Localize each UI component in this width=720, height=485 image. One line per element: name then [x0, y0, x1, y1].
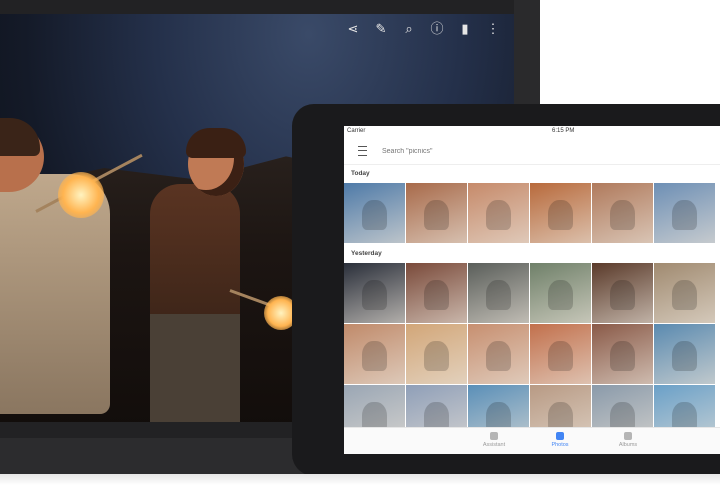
photo-thumbnail[interactable] — [654, 183, 715, 243]
photo-thumbnail[interactable] — [592, 263, 653, 323]
child-hair — [186, 128, 246, 158]
app-bar — [344, 138, 720, 165]
share-icon[interactable]: ⋖ — [346, 22, 360, 36]
nav-label: Albums — [618, 442, 638, 448]
photo-thumbnail[interactable] — [468, 183, 529, 243]
nav-albums[interactable]: Albums — [598, 432, 658, 448]
photo-thumbnail[interactable] — [592, 183, 653, 243]
status-bar: Carrier 6:15 PM — [344, 126, 720, 136]
carrier-label: Carrier — [347, 128, 366, 134]
photo-grid-today — [344, 183, 715, 243]
child-jacket — [150, 184, 240, 334]
photo-toolbar: ⋖ ✎ ⌕ ⓘ ▮ ⋮ — [346, 22, 514, 44]
background-tablet-bezel — [514, 0, 540, 104]
person-left-hair — [0, 118, 40, 156]
photo-thumbnail[interactable] — [344, 324, 405, 384]
menu-icon[interactable] — [358, 146, 367, 156]
assistant-icon — [490, 432, 498, 440]
nav-label: Assistant — [482, 442, 506, 448]
section-label-yesterday: Yesterday — [351, 250, 382, 257]
photo-thumbnail[interactable] — [344, 183, 405, 243]
photo-thumbnail[interactable] — [344, 263, 405, 323]
edit-icon[interactable]: ✎ — [374, 22, 388, 36]
photo-thumbnail[interactable] — [530, 263, 591, 323]
section-label-today: Today — [351, 170, 370, 177]
photo-thumbnail[interactable] — [654, 324, 715, 384]
nav-photos[interactable]: Photos — [530, 432, 590, 448]
photo-thumbnail[interactable] — [592, 324, 653, 384]
photo-thumbnail[interactable] — [654, 263, 715, 323]
clock: 6:15 PM — [552, 128, 575, 134]
nav-assistant[interactable]: Assistant — [464, 432, 524, 448]
photo-thumbnail[interactable] — [406, 324, 467, 384]
zoom-icon[interactable]: ⌕ — [402, 22, 416, 36]
photo-grid-yesterday — [344, 263, 715, 445]
search-input[interactable] — [382, 145, 582, 157]
info-icon[interactable]: ⓘ — [430, 22, 444, 36]
bottom-navigation: Assistant Photos Albums — [344, 427, 720, 454]
nav-label: Photos — [551, 442, 569, 448]
child-pants — [150, 314, 240, 422]
photo-thumbnail[interactable] — [406, 263, 467, 323]
photos-app-screen: Carrier 6:15 PM Today Yesterday Assistan… — [344, 126, 720, 454]
background-white-area — [540, 0, 720, 104]
delete-icon[interactable]: ▮ — [458, 22, 472, 36]
background-tablet-bezel — [0, 438, 330, 474]
photo-thumbnail[interactable] — [530, 183, 591, 243]
photo-thumbnail[interactable] — [530, 324, 591, 384]
more-icon[interactable]: ⋮ — [486, 22, 500, 36]
marshmallow-glow — [58, 172, 104, 218]
photo-thumbnail[interactable] — [468, 263, 529, 323]
albums-icon — [624, 432, 632, 440]
photo-thumbnail[interactable] — [468, 324, 529, 384]
surface-shadow — [0, 474, 720, 485]
photos-icon — [556, 432, 564, 440]
photo-thumbnail[interactable] — [406, 183, 467, 243]
